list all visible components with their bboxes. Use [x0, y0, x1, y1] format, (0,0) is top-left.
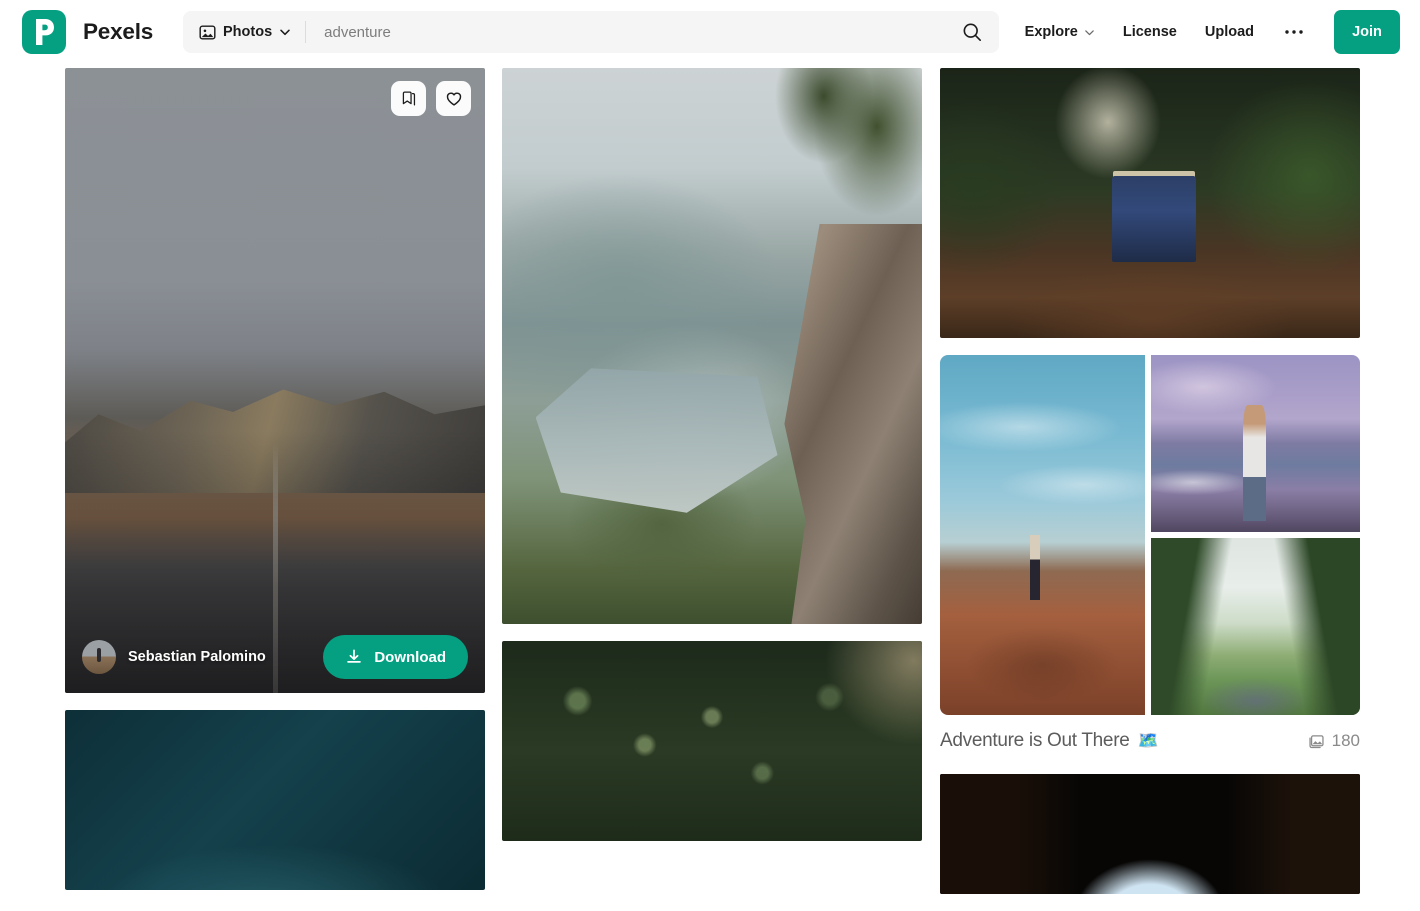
- pexels-logo-icon: [22, 10, 66, 54]
- ellipsis-icon: [1285, 30, 1303, 34]
- photo-image-forest-aerial: [502, 641, 922, 841]
- nav-item-license[interactable]: License: [1123, 24, 1177, 40]
- collection-photo-count: 180: [1308, 731, 1360, 751]
- image-icon: [199, 24, 216, 40]
- search-type-label: Photos: [223, 24, 273, 40]
- bookmark-icon: [402, 91, 416, 106]
- map-emoji-icon: 🗺️: [1137, 731, 1159, 750]
- water-shape: [535, 368, 778, 513]
- search-bar[interactable]: Photos: [183, 11, 999, 53]
- photo-image-beach-sunset: [1151, 355, 1360, 532]
- photo-image-offroad-jeep: [940, 68, 1360, 338]
- like-button[interactable]: [436, 81, 471, 116]
- search-input[interactable]: [306, 11, 945, 53]
- nav-item-explore[interactable]: Explore: [1025, 24, 1095, 40]
- photo-card-footer: Sebastian Palomino Download: [65, 621, 485, 693]
- grid-column-3: Adventure is Out There 🗺️ 180: [940, 68, 1360, 911]
- photo-card-teal[interactable]: [65, 710, 485, 890]
- grid-column-2: [502, 68, 922, 858]
- nav-item-explore-label: Explore: [1024, 24, 1078, 40]
- brand-logo-link[interactable]: Pexels: [22, 10, 153, 54]
- photo-card-actions: [391, 81, 471, 116]
- chevron-down-icon: [280, 29, 290, 36]
- collection-preview-grid: [940, 355, 1360, 715]
- more-menu-button[interactable]: [1284, 29, 1304, 35]
- photo-image-teal-night: [65, 710, 485, 890]
- join-button[interactable]: Join: [1334, 10, 1400, 54]
- collection-title-link[interactable]: Adventure is Out There 🗺️: [940, 730, 1159, 752]
- collection-card[interactable]: Adventure is Out There 🗺️ 180: [940, 355, 1360, 757]
- collection-meta: Adventure is Out There 🗺️ 180: [940, 727, 1360, 755]
- pexels-p-glyph: [36, 19, 54, 45]
- photo-image-road: [65, 68, 485, 693]
- heart-icon: [446, 92, 461, 106]
- chevron-down-icon: [1085, 29, 1094, 35]
- photo-card-jeep[interactable]: [940, 68, 1360, 338]
- figure-shape: [1030, 535, 1041, 600]
- photo-card-featured[interactable]: Sebastian Palomino Download: [65, 68, 485, 693]
- photo-image-cave: [940, 774, 1360, 894]
- collection-cell-beach[interactable]: [1151, 355, 1360, 532]
- photo-card-fjord[interactable]: [502, 68, 922, 624]
- tree-shape: [770, 68, 922, 302]
- photo-image-forest-runner: [1151, 538, 1360, 715]
- nav-item-upload-label: Upload: [1204, 24, 1254, 40]
- photo-author-link[interactable]: Sebastian Palomino: [82, 640, 266, 674]
- site-header: Pexels Photos Explore: [0, 0, 1420, 64]
- ridge-shape: [65, 389, 485, 493]
- brand-name: Pexels: [83, 19, 154, 44]
- nav-item-upload[interactable]: Upload: [1205, 24, 1254, 40]
- download-icon: [347, 649, 362, 663]
- download-label: Download: [374, 648, 446, 666]
- collection-count-label: 180: [1331, 731, 1360, 750]
- photo-card-cave[interactable]: [940, 774, 1360, 894]
- photos-icon: [1309, 734, 1324, 748]
- search-icon: [963, 23, 981, 41]
- nav-item-license-label: License: [1122, 24, 1177, 40]
- avatar: [82, 640, 116, 674]
- author-name: Sebastian Palomino: [128, 649, 266, 665]
- collect-button[interactable]: [391, 81, 426, 116]
- vehicle-shape: [1112, 176, 1197, 263]
- collection-cell-desert[interactable]: [940, 355, 1145, 715]
- download-button[interactable]: Download: [323, 635, 468, 679]
- collection-title: Adventure is Out There: [940, 730, 1130, 751]
- search-type-selector[interactable]: Photos: [183, 11, 291, 53]
- photo-image-fjord-cliff: [502, 68, 922, 624]
- grid-column-1: Sebastian Palomino Download: [65, 68, 485, 907]
- search-submit-button[interactable]: [945, 11, 999, 53]
- collection-cell-forest-runner[interactable]: [1151, 538, 1360, 715]
- photo-grid: Sebastian Palomino Download Adventure is…: [0, 64, 1420, 894]
- main-nav: Explore License Upload Join: [997, 0, 1400, 64]
- photo-card-forest-aerial[interactable]: [502, 641, 922, 841]
- figure-shape: [1242, 404, 1266, 522]
- photo-image-desert-walker: [940, 355, 1145, 715]
